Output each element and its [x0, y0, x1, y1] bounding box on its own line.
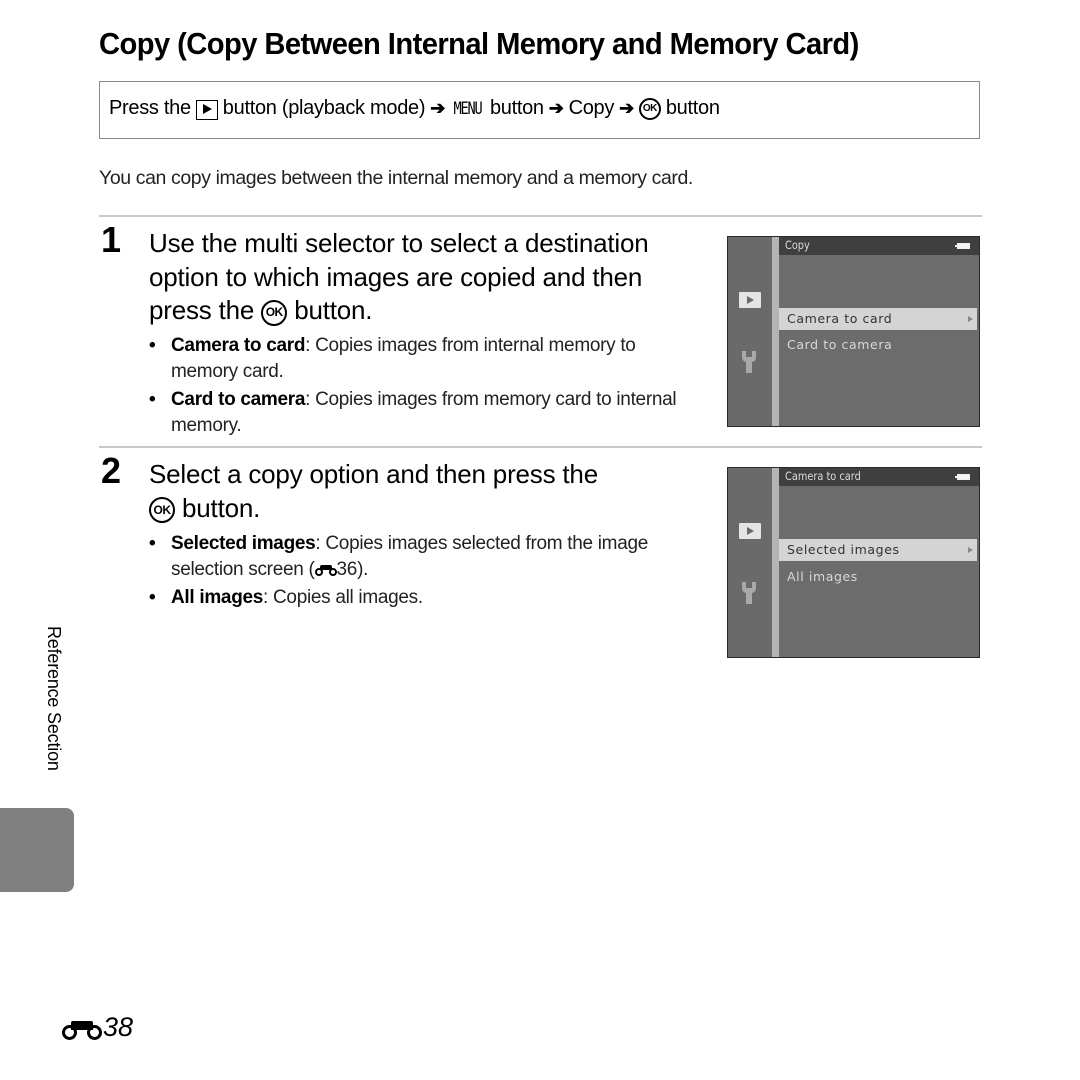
step-instruction: Select a copy option and then press the …: [149, 458, 598, 525]
nav-playback-mode: button (playback mode): [222, 97, 426, 119]
option-term: Selected images: [171, 533, 316, 554]
playback-button-icon: [195, 99, 218, 120]
camera-menu-sidebar: [728, 237, 772, 426]
playback-menu-icon: [739, 292, 761, 308]
step-text-line: option to which images are copied and th…: [149, 261, 643, 292]
intro-text: You can copy images between the internal…: [99, 167, 693, 189]
navigation-path-box: Press the button (playback mode) ➔ MENU …: [99, 81, 980, 139]
menu-item-label: All images: [787, 569, 858, 584]
chevron-right-icon: [968, 547, 973, 553]
camera-menu-divider: [772, 237, 779, 426]
step-number: 1: [101, 219, 122, 260]
option-list: Camera to card: Copies images from inter…: [149, 333, 694, 441]
camera-screen-copy: Copy Camera to card Card to camera: [727, 236, 980, 427]
step-number: 2: [101, 450, 122, 491]
option-list: Selected images: Copies images selected …: [149, 531, 709, 613]
list-item: Card to camera: Copies images from memor…: [149, 387, 694, 439]
playback-menu-icon: [739, 523, 761, 539]
camera-screen-title: Camera to card: [785, 469, 861, 483]
ok-button-icon: OK: [638, 97, 661, 120]
step-text-fragment: button.: [182, 492, 261, 523]
menu-item-label: Selected images: [787, 542, 900, 557]
camera-screen-header: Camera to card: [779, 468, 979, 486]
reference-section-icon: [62, 1016, 102, 1040]
menu-item-selected-images[interactable]: Selected images: [779, 539, 977, 561]
camera-screen-header: Copy: [779, 237, 979, 255]
camera-screen-camera-to-card: Camera to card Selected images All image…: [727, 467, 980, 658]
reference-section-icon: [314, 562, 337, 576]
option-description: ).: [357, 559, 369, 580]
arrow-right-icon: ➔: [548, 98, 564, 118]
divider: [99, 446, 982, 448]
section-label: Reference Section: [44, 626, 64, 771]
menu-item-card-to-camera[interactable]: Card to camera: [779, 334, 977, 356]
chevron-right-icon: [968, 316, 973, 322]
option-term: Card to camera: [171, 389, 306, 410]
menu-item-label: Camera to card: [787, 311, 893, 326]
option-term: Camera to card: [171, 335, 306, 356]
step-text-line: Use the multi selector to select a desti…: [149, 228, 649, 258]
camera-menu-sidebar: [728, 468, 772, 657]
ok-button-icon: OK: [261, 299, 288, 326]
list-item: All images: Copies all images.: [149, 585, 709, 611]
camera-menu-divider: [772, 468, 779, 657]
step-text-line: press the OK button.: [149, 294, 649, 328]
section-tab[interactable]: [0, 808, 74, 892]
page-reference[interactable]: 36: [337, 559, 358, 580]
step-text-line: Select a copy option and then press the: [149, 459, 598, 489]
arrow-right-icon: ➔: [430, 98, 445, 118]
step-text-line: OK button.: [149, 492, 598, 526]
wrench-icon: [742, 351, 756, 373]
battery-icon: [955, 243, 970, 249]
menu-item-all-images[interactable]: All images: [779, 566, 977, 588]
wrench-icon: [742, 582, 756, 604]
camera-screen-title: Copy: [785, 238, 810, 252]
list-item: Camera to card: Copies images from inter…: [149, 333, 694, 385]
step-instruction: Use the multi selector to select a desti…: [149, 227, 649, 328]
nav-button-label: button: [489, 97, 544, 119]
divider: [99, 215, 982, 217]
page-title: Copy (Copy Between Internal Memory and M…: [99, 26, 859, 61]
ok-button-icon: OK: [149, 497, 175, 524]
nav-copy: Copy: [568, 97, 615, 119]
arrow-right-icon: ➔: [619, 98, 634, 118]
nav-button-label: button: [665, 97, 720, 119]
menu-item-camera-to-card[interactable]: Camera to card: [779, 308, 977, 330]
menu-item-label: Card to camera: [787, 337, 893, 352]
step-text-fragment: press the: [149, 295, 255, 325]
menu-button-icon: MENU: [453, 98, 482, 119]
page-number: 38: [62, 1012, 133, 1043]
option-term: All images: [171, 587, 264, 608]
step-text-fragment: button.: [294, 295, 373, 325]
nav-press-the: Press the: [109, 97, 191, 119]
battery-icon: [955, 474, 970, 480]
page-number-value: 38: [103, 1012, 134, 1042]
navigation-path: Press the button (playback mode) ➔ MENU …: [109, 97, 720, 120]
option-description: : Copies all images.: [263, 587, 423, 608]
list-item: Selected images: Copies images selected …: [149, 531, 709, 583]
